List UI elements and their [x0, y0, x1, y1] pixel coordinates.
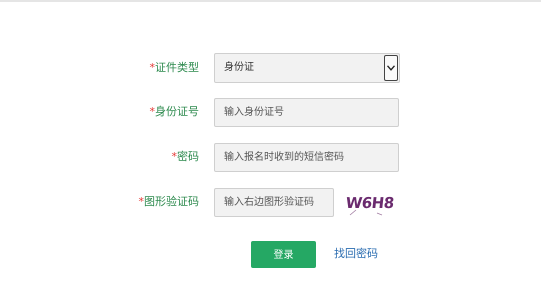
- id-number-label: *身份证号: [79, 97, 200, 127]
- captcha-image-text: W6H8: [346, 194, 394, 212]
- id-type-label-text: 证件类型: [155, 61, 199, 74]
- id-number-input[interactable]: 输入身份证号: [214, 98, 399, 127]
- id-number-label-text: 身份证号: [155, 105, 199, 118]
- id-type-label: *证件类型: [79, 53, 200, 83]
- forgot-password-link[interactable]: 找回密码: [334, 245, 378, 263]
- password-label-text: 密码: [177, 150, 199, 163]
- captcha-input[interactable]: 输入右边图形验证码: [214, 188, 334, 217]
- chevron-down-icon: [387, 65, 395, 71]
- id-type-selected-value: 身份证: [224, 62, 254, 73]
- captcha-label: *图形验证码: [79, 187, 200, 217]
- login-button[interactable]: 登录: [251, 241, 316, 268]
- password-input[interactable]: 输入报名时收到的短信密码: [214, 143, 399, 172]
- top-border: [0, 0, 541, 2]
- dropdown-button[interactable]: [384, 55, 398, 81]
- captcha-image[interactable]: W6H8: [346, 191, 394, 217]
- id-type-select[interactable]: 身份证: [214, 53, 400, 83]
- password-label: *密码: [79, 142, 200, 172]
- captcha-label-text: 图形验证码: [144, 195, 199, 208]
- captcha-noise-line: [376, 212, 383, 216]
